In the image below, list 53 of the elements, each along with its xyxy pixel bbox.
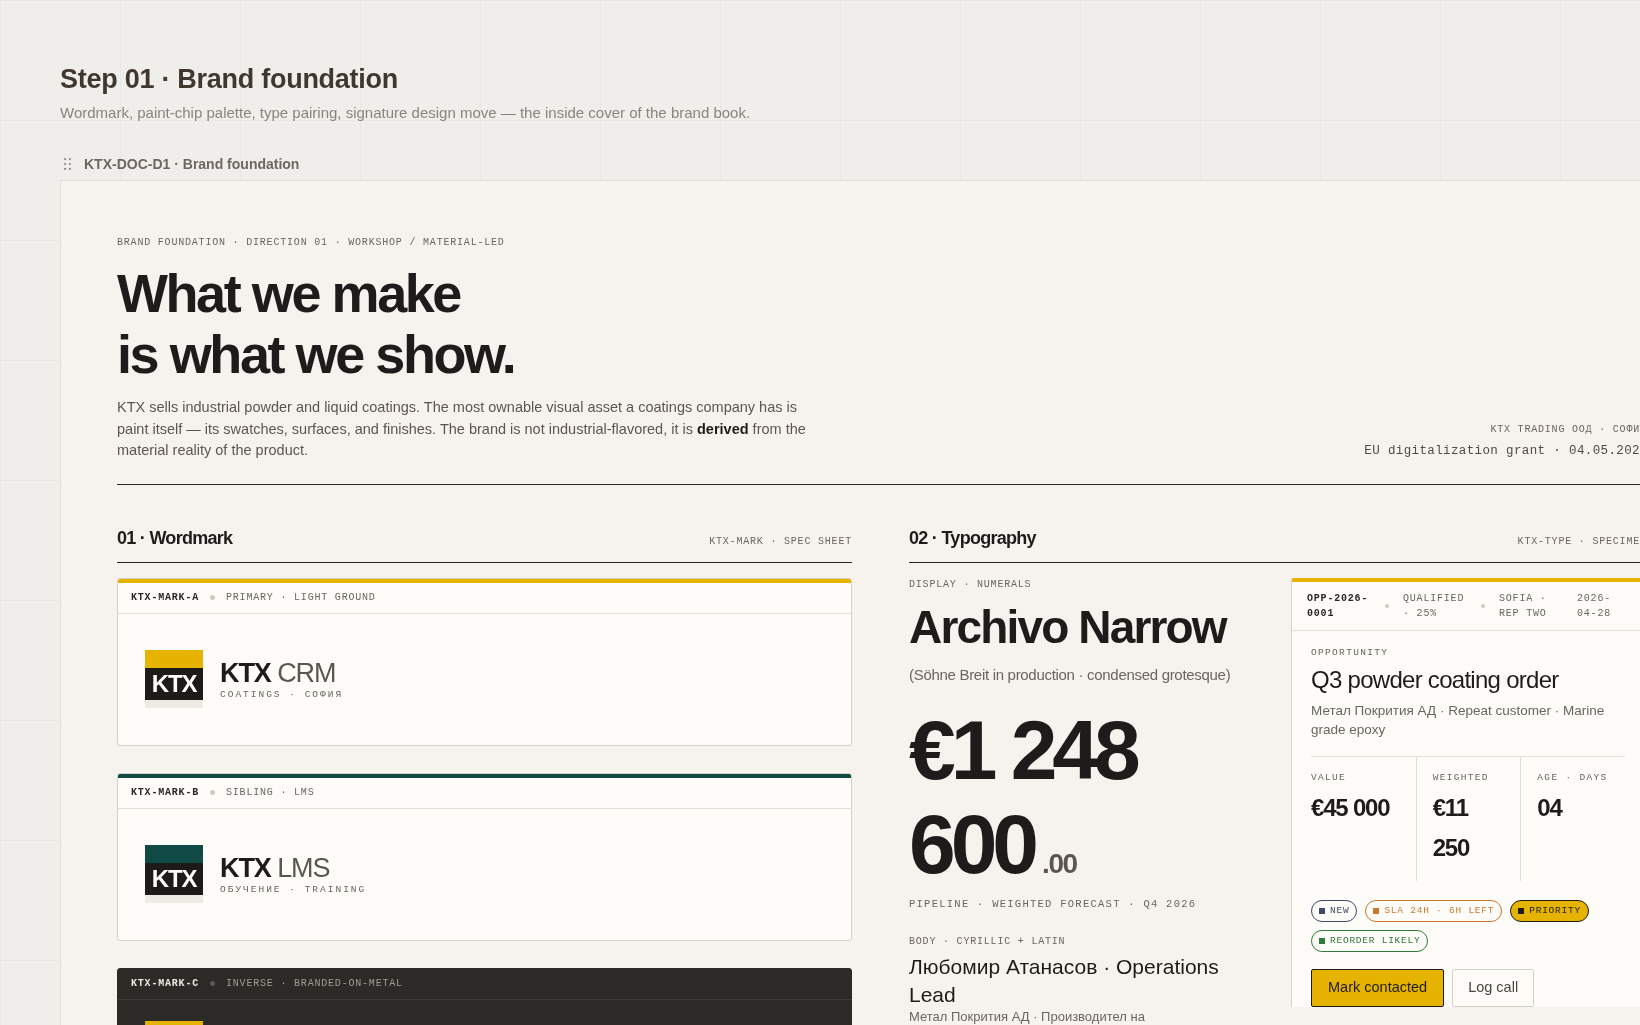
font-name: Archivo Narrow: [909, 599, 1228, 654]
logo-mark: KTX: [145, 650, 203, 708]
metric-value: €45 000: [1311, 792, 1391, 823]
mark-code: KTX-MARK-C: [131, 977, 199, 991]
wordmark-name: KTX LMS: [220, 852, 331, 883]
opportunity-description: Метал Покрития АД · Repeat customer · Marine grade epoxy: [1311, 701, 1606, 739]
metric-label: AGE · DAYS: [1537, 770, 1609, 785]
page-title: Step 01 · Brand foundation: [60, 63, 399, 96]
wordmark-subline: ОБУЧЕНИЕ · TRAINING: [220, 882, 367, 896]
logo-mark: KTX: [145, 845, 203, 903]
drag-handle-icon[interactable]: [64, 158, 71, 170]
type-label: BODY · CYRILLIC + LATIN: [909, 934, 1067, 949]
status-square-icon: [1518, 907, 1525, 914]
tag-label: SLA 24H · 6H LEFT: [1384, 904, 1495, 917]
body-sample: Любомир Атанасов · Operations Lead: [909, 953, 1220, 1008]
mark-note: PRIMARY · LIGHT GROUND: [226, 591, 376, 605]
tag-label: PRIORITY: [1529, 904, 1581, 917]
card-eyebrow: OPPORTUNITY: [1311, 645, 1390, 660]
section-title: 01 · Wordmark: [117, 526, 233, 550]
meta-text: QUALIFIED · 25%: [1403, 591, 1466, 621]
section-title: 02 · Typography: [909, 526, 1036, 550]
intro-paragraph: KTX sells industrial powder and liquid coatings. The most ownable visual asset a coatings company has is paint itself — its swatches, surfaces, and finishes. The brand is not industrial-flavored, it is derived from the material reality of the product.: [117, 398, 807, 460]
metric-label: VALUE: [1311, 770, 1348, 785]
meta-text: SOFIA · REP TWO: [1499, 591, 1548, 621]
type-label: DISPLAY · NUMERALS: [909, 577, 1033, 592]
font-note: (Söhne Breit in production · condensed grotesque): [909, 664, 1232, 685]
page-subtitle: Wordmark, paint-chip palette, type pairing, signature design move — the inside cover of the brand book.: [60, 103, 752, 123]
section-tag: KTX-MARK · SPEC SHEET: [709, 533, 852, 549]
metric-label: WEIGHTED: [1432, 770, 1490, 785]
wordmark-subline: COATINGS · СОФИЯ: [220, 687, 344, 701]
wordmark-name: KTX CRM: [220, 657, 337, 688]
metric-value: 04: [1537, 792, 1564, 823]
mark-contacted-button[interactable]: Mark contacted: [1311, 968, 1445, 1007]
mark-code: KTX-MARK-B: [131, 786, 199, 800]
opportunity-title: Q3 powder coating order: [1311, 664, 1560, 695]
mark-code: KTX-MARK-A: [131, 591, 199, 605]
document-label: KTX-DOC-D1 · Brand foundation: [84, 154, 300, 174]
tag-label: REORDER LIKELY: [1330, 934, 1421, 947]
eyebrow-label: BRAND FOUNDATION · DIRECTION 01 · WORKSHOP / MATERIAL-LED: [117, 236, 506, 250]
mark-note: SIBLING · LMS: [226, 786, 315, 800]
section-tag: KTX-TYPE · SPECIME: [1517, 533, 1640, 549]
body-detail: Метал Покрития АД · Производител на: [909, 1008, 1146, 1024]
company-label: KTX TRADING ООД · СОФИ: [1489, 422, 1640, 437]
tag-label: NEW: [1330, 904, 1350, 917]
metric-value: €11 250: [1432, 792, 1471, 863]
display-amount: €1 248 600.00: [909, 702, 1138, 891]
mark-note: INVERSE · BRANDED-ON-METAL: [226, 977, 403, 991]
grant-label: EU digitalization grant · 04.05.202: [1364, 442, 1640, 460]
meta-text: 2026-04-28: [1577, 591, 1612, 621]
amount-caption: PIPELINE · WEIGHTED FORECAST · Q4 2026: [909, 896, 1198, 911]
log-call-button[interactable]: Log call: [1452, 968, 1535, 1007]
meta-text: OPP-2026-0001: [1307, 591, 1370, 621]
headline: What we make is what we show.: [117, 263, 516, 385]
